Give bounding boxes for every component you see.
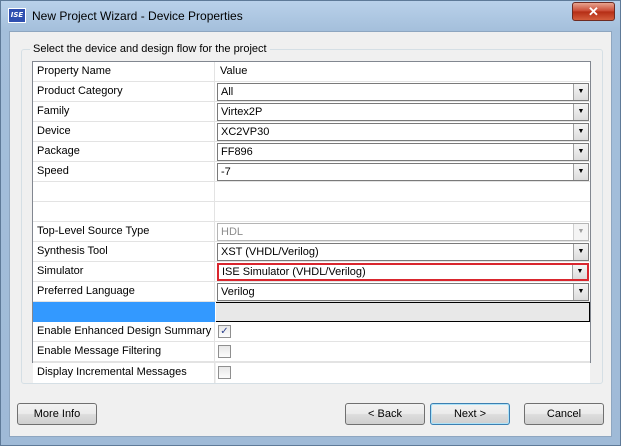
speed-dropdown[interactable]: -7 ▼: [217, 163, 589, 181]
row-enable-enhanced-design-summary: Enable Enhanced Design Summary ✓: [33, 322, 590, 342]
window-title: New Project Wizard - Device Properties: [32, 9, 243, 23]
property-label: Enable Message Filtering: [33, 342, 215, 362]
chevron-down-icon[interactable]: ▼: [573, 84, 588, 100]
property-label: Synthesis Tool: [33, 242, 215, 262]
selected-empty-row[interactable]: [33, 302, 590, 322]
row-synthesis-tool: Synthesis Tool XST (VHDL/Verilog) ▼: [33, 242, 590, 262]
wizard-window: ISE New Project Wizard - Device Properti…: [0, 0, 621, 446]
ise-app-icon: ISE: [8, 8, 26, 23]
incremental-messages-checkbox[interactable]: [218, 366, 231, 379]
chevron-down-icon[interactable]: ▼: [573, 164, 588, 180]
back-button[interactable]: < Back: [345, 403, 425, 425]
device-dropdown[interactable]: XC2VP30 ▼: [217, 123, 589, 141]
next-button[interactable]: Next >: [430, 403, 510, 425]
chevron-down-icon[interactable]: ▼: [573, 244, 588, 260]
row-package: Package FF896 ▼: [33, 142, 590, 162]
row-simulator: Simulator ISE Simulator (VHDL/Verilog) ▼: [33, 262, 590, 282]
cancel-button[interactable]: Cancel: [524, 403, 604, 425]
title-bar[interactable]: ISE New Project Wizard - Device Properti…: [1, 1, 620, 31]
chevron-down-icon[interactable]: ▼: [573, 284, 588, 300]
close-button[interactable]: ✕: [572, 2, 615, 21]
chevron-down-icon: ▼: [573, 224, 588, 240]
property-label: Speed: [33, 162, 215, 182]
property-label: Product Category: [33, 82, 215, 102]
dropdown-value: HDL: [221, 226, 244, 238]
checkmark-icon: ✓: [220, 326, 229, 337]
dropdown-value: Verilog: [221, 286, 255, 298]
row-product-category: Product Category All ▼: [33, 82, 590, 102]
family-dropdown[interactable]: Virtex2P ▼: [217, 103, 589, 121]
blank-row: [33, 182, 590, 202]
property-label: Display Incremental Messages: [33, 363, 215, 383]
property-label: Preferred Language: [33, 282, 215, 302]
dropdown-value: Virtex2P: [221, 106, 263, 118]
more-info-button[interactable]: More Info: [17, 403, 97, 425]
property-label: Family: [33, 102, 215, 122]
dialog-client-area: Select the device and design flow for th…: [9, 31, 612, 437]
top-level-source-type-dropdown: HDL ▼: [217, 223, 589, 241]
package-dropdown[interactable]: FF896 ▼: [217, 143, 589, 161]
blank-row: [33, 202, 590, 222]
row-enable-message-filtering: Enable Message Filtering: [33, 342, 590, 362]
row-preferred-language: Preferred Language Verilog ▼: [33, 282, 590, 302]
chevron-down-icon[interactable]: ▼: [573, 104, 588, 120]
dropdown-value: XC2VP30: [221, 126, 270, 138]
message-filtering-checkbox[interactable]: [218, 345, 231, 358]
close-icon: ✕: [588, 4, 599, 19]
row-family: Family Virtex2P ▼: [33, 102, 590, 122]
header-property-name: Property Name: [33, 62, 215, 82]
property-label: Simulator: [33, 262, 215, 282]
property-label: Enable Enhanced Design Summary: [33, 322, 215, 342]
dropdown-value: XST (VHDL/Verilog): [221, 246, 319, 258]
device-properties-group: Select the device and design flow for th…: [21, 43, 603, 384]
product-category-dropdown[interactable]: All ▼: [217, 83, 589, 101]
property-label: Package: [33, 142, 215, 162]
dropdown-value: ISE Simulator (VHDL/Verilog): [222, 266, 366, 278]
dropdown-value: FF896: [221, 146, 253, 158]
property-label: Device: [33, 122, 215, 142]
property-label: Top-Level Source Type: [33, 222, 215, 242]
grid-header-row: Property Name Value: [33, 62, 590, 82]
header-value: Value: [220, 65, 248, 77]
row-display-incremental-messages: Display Incremental Messages: [33, 363, 590, 383]
group-label: Select the device and design flow for th…: [30, 43, 270, 55]
chevron-down-icon[interactable]: ▼: [572, 265, 587, 279]
row-speed: Speed -7 ▼: [33, 162, 590, 182]
property-grid: Property Name Value Product Category All…: [32, 61, 591, 363]
synthesis-tool-dropdown[interactable]: XST (VHDL/Verilog) ▼: [217, 243, 589, 261]
row-device: Device XC2VP30 ▼: [33, 122, 590, 142]
simulator-dropdown[interactable]: ISE Simulator (VHDL/Verilog) ▼: [217, 263, 589, 281]
enhanced-design-summary-checkbox[interactable]: ✓: [218, 325, 231, 338]
chevron-down-icon[interactable]: ▼: [573, 124, 588, 140]
chevron-down-icon[interactable]: ▼: [573, 144, 588, 160]
dropdown-value: All: [221, 86, 234, 98]
dropdown-value: -7: [221, 166, 231, 178]
preferred-language-dropdown[interactable]: Verilog ▼: [217, 283, 589, 301]
row-top-level-source-type: Top-Level Source Type HDL ▼: [33, 222, 590, 242]
